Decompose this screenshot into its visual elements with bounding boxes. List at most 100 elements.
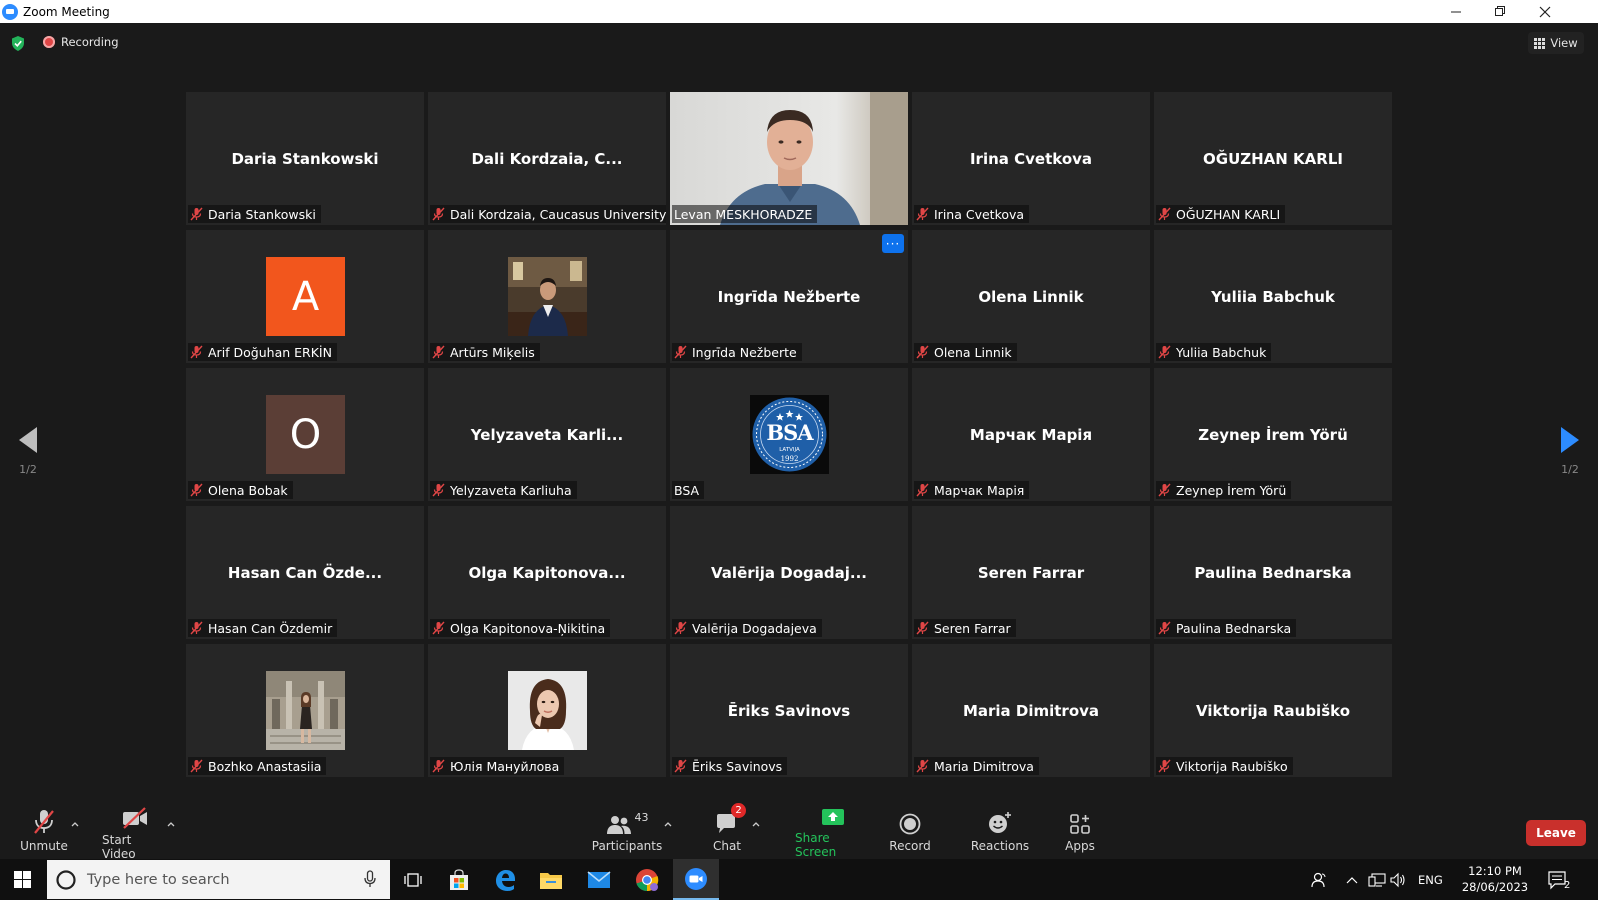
reactions-emoji-icon [989, 812, 1011, 833]
participant-name-label: Olena Bobak [188, 481, 293, 499]
participant-tile-9[interactable]: Olena Linnik Olena Linnik [912, 230, 1150, 363]
participant-tile-10[interactable]: Yuliia Babchuk Yuliia Babchuk [1154, 230, 1392, 363]
participant-tile-4[interactable]: Irina Cvetkova Irina Cvetkova [912, 92, 1150, 225]
previous-page-button[interactable]: 1/2 [8, 427, 48, 487]
reactions-label: Reactions [970, 839, 1030, 853]
people-button[interactable] [1310, 859, 1328, 900]
mic-muted-icon [916, 483, 929, 497]
participant-tile-7[interactable]: Artūrs Miķelis [428, 230, 666, 363]
action-center-button[interactable]: 2 [1548, 859, 1572, 900]
participant-name: Yuliia Babchuk [1176, 344, 1267, 360]
participant-name-label: Paulina Bednarska [1156, 619, 1297, 637]
participant-tile-14[interactable]: Марчак Марія Марчак Марія [912, 368, 1150, 501]
participant-tile-24[interactable]: Maria Dimitrova Maria Dimitrova [912, 644, 1150, 777]
audio-options-caret-icon[interactable] [70, 819, 80, 829]
start-button[interactable] [0, 859, 44, 900]
view-label: View [1550, 36, 1578, 50]
mic-muted-icon [190, 759, 203, 773]
participants-button[interactable]: 43 Participants [586, 807, 668, 859]
participant-tile-23[interactable]: Ēriks Savinovs Ēriks Savinovs [670, 644, 908, 777]
mic-muted-icon [916, 207, 929, 221]
participant-tile-3[interactable]: Levan MESKHORADZE [670, 92, 908, 225]
participant-name-label: Olena Linnik [914, 343, 1017, 361]
participant-tile-12[interactable]: Yelyzaveta Karli... Yelyzaveta Karliuha [428, 368, 666, 501]
leave-button[interactable]: Leave [1526, 820, 1586, 846]
participant-display-name: Hasan Can Özde... [227, 564, 383, 582]
participant-name: Zeynep İrem Yörü [1176, 482, 1287, 498]
start-video-label: Start Video [102, 833, 136, 861]
recording-indicator[interactable]: Recording [43, 35, 119, 49]
participant-name: Arif Doğuhan ERKİN [208, 344, 332, 360]
chat-button[interactable]: 2 Chat [706, 803, 748, 859]
people-icon [1311, 872, 1326, 887]
chat-options-caret-icon[interactable] [751, 819, 761, 829]
participant-tile-2[interactable]: Dali Kordzaia, C... Dali Kordzaia, Caucas… [428, 92, 666, 225]
participant-name: Olena Linnik [934, 344, 1012, 360]
clock-date: 28/06/2023 [1461, 880, 1529, 894]
participant-tile-25[interactable]: Viktorija Raubiško Viktorija Raubiško [1154, 644, 1392, 777]
participant-tile-19[interactable]: Seren Farrar Seren Farrar [912, 506, 1150, 639]
input-language-button[interactable]: ENG [1418, 859, 1443, 900]
restore-button[interactable] [1478, 0, 1523, 23]
participants-count: 43 [634, 811, 649, 824]
participant-tile-5[interactable]: OĞUZHAN KARLI OĞUZHAN KARLI [1154, 92, 1392, 225]
participant-name: Ēriks Savinovs [692, 758, 783, 774]
restore-icon [1495, 6, 1505, 16]
video-options-caret-icon[interactable] [166, 819, 176, 829]
participant-tile-6[interactable]: A Arif Doğuhan ERKİN [186, 230, 424, 363]
network-status-button[interactable] [1368, 859, 1386, 900]
taskbar-chrome[interactable] [624, 859, 670, 900]
participant-tile-8[interactable]: Ingrīda Nežberte Ingrīda Nežberte [670, 230, 908, 363]
participants-options-caret-icon[interactable] [663, 819, 673, 829]
reactions-button[interactable]: Reactions [970, 807, 1030, 859]
participant-tile-11[interactable]: O Olena Bobak [186, 368, 424, 501]
view-button[interactable]: View [1528, 32, 1584, 54]
show-hidden-icons-button[interactable] [1346, 859, 1358, 900]
apps-button[interactable]: Apps [1060, 807, 1100, 859]
participant-tile-21[interactable]: Bozhko Anastasiia [186, 644, 424, 777]
taskbar-search-box[interactable]: Type here to search [47, 860, 390, 899]
participant-name: Maria Dimitrova [934, 758, 1034, 774]
start-video-button[interactable]: Start Video [102, 807, 168, 861]
task-view-button[interactable] [390, 859, 436, 900]
taskbar-file-explorer[interactable] [528, 859, 574, 900]
taskbar-clock[interactable]: 12:10 PM 28/06/2023 [1455, 863, 1535, 895]
participant-tile-22[interactable]: Юлія Мануйлова [428, 644, 666, 777]
participant-tile-1[interactable]: Daria Stankowski Daria Stankowski [186, 92, 424, 225]
participant-name-label: Yelyzaveta Karliuha [430, 481, 577, 499]
participant-name: Irina Cvetkova [934, 206, 1025, 222]
participant-tile-13[interactable]: BSA LATVIJA 1992 BSA [670, 368, 908, 501]
next-page-button[interactable]: 1/2 [1550, 427, 1590, 487]
taskbar-edge[interactable] [482, 859, 528, 900]
chevron-up-icon [1346, 876, 1358, 883]
taskbar-mail[interactable] [576, 859, 622, 900]
mic-muted-icon [190, 621, 203, 635]
participant-tile-16[interactable]: Hasan Can Özde... Hasan Can Özdemir [186, 506, 424, 639]
taskbar-zoom[interactable] [673, 859, 719, 900]
mic-muted-icon [1158, 483, 1171, 497]
task-view-icon [404, 872, 422, 887]
voice-search-mic-icon[interactable] [364, 870, 376, 888]
participant-tile-18[interactable]: Valērija Dogadaj... Valērija Dogadajeva [670, 506, 908, 639]
participant-tile-20[interactable]: Paulina Bednarska Paulina Bednarska [1154, 506, 1392, 639]
network-icon [1368, 872, 1386, 887]
record-button[interactable]: Record [886, 807, 934, 859]
volume-button[interactable] [1390, 859, 1406, 900]
taskbar-search-placeholder: Type here to search [87, 871, 230, 888]
participant-tile-15[interactable]: Zeynep İrem Yörü Zeynep İrem Yörü [1154, 368, 1392, 501]
meeting-top-bar: Recording View [0, 23, 1598, 63]
minimize-button[interactable] [1434, 0, 1479, 23]
mic-muted-icon [1158, 207, 1171, 221]
share-screen-button[interactable]: Share Screen [795, 807, 871, 859]
participant-display-name: Zeynep İrem Yörü [1198, 426, 1348, 444]
participant-tile-17[interactable]: Olga Kapitonova... Olga Kapitonova-Ņikiti… [428, 506, 666, 639]
participant-display-name: Valērija Dogadaj... [711, 564, 867, 582]
taskbar-microsoft-store[interactable] [436, 859, 482, 900]
participant-display-name: Daria Stankowski [231, 150, 379, 168]
participant-display-name: Viktorija Raubiško [1196, 702, 1350, 720]
tile-more-options-button[interactable]: ··· [882, 234, 904, 253]
security-shield-icon[interactable] [11, 36, 25, 51]
mic-muted-icon [674, 759, 687, 773]
unmute-button[interactable]: Unmute [18, 807, 70, 859]
close-button[interactable] [1522, 0, 1567, 23]
